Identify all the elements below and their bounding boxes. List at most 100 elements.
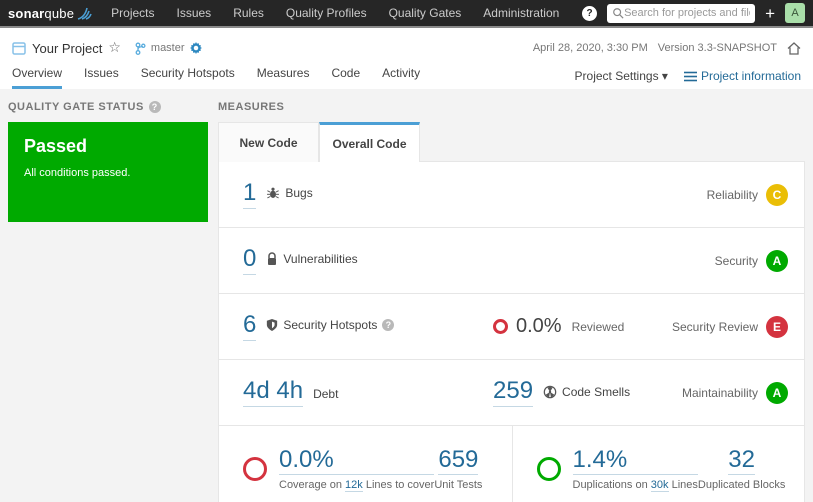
nav-item-rules[interactable]: Rules (233, 6, 264, 20)
project-title: Your Project (32, 40, 103, 56)
project-information-link[interactable]: Project information (683, 69, 801, 83)
unit-tests-metric: 659 Unit Tests (434, 446, 483, 492)
project-settings-dropdown[interactable]: Project Settings ▾ (575, 69, 668, 83)
branch-settings-gear-icon[interactable] (189, 42, 202, 54)
project-title-row: Your Project ☆ master April 28, 2020, 3:… (12, 36, 801, 60)
hotspots-count-link[interactable]: 6 (243, 311, 257, 341)
unit-tests-count-link[interactable]: 659 (438, 446, 479, 476)
duplications-ring-icon (536, 456, 561, 481)
logo-text: sonarqube (8, 5, 75, 21)
add-icon[interactable]: + (765, 5, 775, 22)
shield-icon (266, 318, 278, 332)
quality-gate-status-box: Passed All conditions passed. (8, 122, 208, 222)
reliability-rating-group: Reliability C (706, 183, 788, 206)
tab-activity[interactable]: Activity (382, 66, 420, 89)
reviewed-percentage: 0.0% (516, 315, 562, 337)
tab-overview[interactable]: Overview (12, 66, 63, 89)
maintainability-label: Maintainability (681, 385, 758, 400)
branch-name: master (150, 42, 185, 54)
favorite-star-icon[interactable]: ☆ (108, 40, 121, 56)
security-review-label: Security Review (671, 319, 758, 334)
reliability-label: Reliability (706, 187, 758, 202)
code-smell-icon (543, 385, 557, 399)
hotspots-help-icon[interactable]: ? (382, 319, 395, 332)
tab-code[interactable]: Code (331, 66, 360, 89)
nav-item-administration[interactable]: Administration (483, 6, 559, 20)
quality-gate-status: Passed (24, 136, 88, 156)
project-tab-bar: Overview Issues Security Hotspots Measur… (12, 66, 801, 89)
maintainability-rating-badge[interactable]: A (766, 381, 788, 404)
bugs-label: Bugs (266, 186, 313, 200)
coverage-percentage-link[interactable]: 0.0% (279, 446, 435, 476)
security-review-rating-badge[interactable]: E (766, 315, 788, 338)
bugs-count-link[interactable]: 1 (243, 179, 257, 209)
debt-metric: 4d 4h Debt (243, 377, 493, 407)
security-review-rating-group: Security Review E (671, 315, 788, 338)
measure-row-vulnerabilities: 0 Vulnerabilities Security A (219, 228, 804, 294)
duplications-main: 1.4% Duplications on 30k Lines (536, 446, 698, 493)
search-icon (612, 7, 624, 19)
duplications-percentage-link[interactable]: 1.4% (572, 446, 698, 476)
vulnerabilities-count-link[interactable]: 0 (243, 245, 257, 275)
nav-item-quality-gates[interactable]: Quality Gates (389, 6, 462, 20)
branch-selector[interactable]: master (135, 42, 202, 55)
caret-down-icon: ▾ (661, 69, 668, 83)
project-icon (12, 41, 26, 55)
tab-overall-code[interactable]: Overall Code (319, 122, 420, 162)
reviewed-ring-icon (493, 319, 508, 334)
user-avatar[interactable]: A (785, 3, 805, 23)
code-smells-label: Code Smells (543, 385, 630, 399)
security-rating-group: Security A (714, 249, 788, 272)
security-label: Security (714, 253, 758, 268)
code-smells-count-link[interactable]: 259 (493, 377, 534, 407)
coverage-caption: Coverage on 12k Lines to cover (279, 479, 435, 493)
overview-content: QUALITY GATE STATUS ? Passed All conditi… (0, 89, 813, 502)
vulnerabilities-metric: 0 Vulnerabilities (243, 245, 493, 275)
vulnerabilities-label: Vulnerabilities (266, 252, 358, 266)
debt-value-link[interactable]: 4d 4h (243, 377, 304, 407)
code-smells-metric: 259 Code Smells (493, 377, 682, 407)
security-rating-badge[interactable]: A (766, 249, 788, 272)
search-input[interactable] (624, 7, 751, 19)
project-header: Your Project ☆ master April 28, 2020, 3:… (0, 28, 813, 89)
unit-tests-label: Unit Tests (434, 479, 483, 492)
measures-label: MEASURES (218, 101, 285, 113)
analysis-date: April 28, 2020, 3:30 PM (532, 42, 648, 54)
debt-label: Debt (313, 387, 339, 402)
measure-row-security-hotspots: 6 Security Hotspots ? 0.0% Reviewed Secu… (219, 294, 804, 360)
project-version: Version 3.3-SNAPSHOT (657, 42, 777, 54)
tab-measures[interactable]: Measures (257, 66, 310, 89)
hotspots-reviewed-group: 0.0% Reviewed (493, 315, 672, 338)
measure-row-bugs: 1 Bugs Reliability C (219, 162, 804, 228)
duplicated-blocks-count-link[interactable]: 32 (728, 446, 755, 476)
coverage-main: 0.0% Coverage on 12k Lines to cover (243, 446, 435, 493)
navbar-right: ? + A (582, 3, 805, 23)
nav-item-quality-profiles[interactable]: Quality Profiles (286, 6, 367, 20)
quality-gate-label: QUALITY GATE STATUS ? (8, 99, 208, 115)
quality-gate-panel: QUALITY GATE STATUS ? Passed All conditi… (8, 99, 208, 502)
duplication-lines-link[interactable]: 30k (650, 479, 669, 493)
navbar-menu: Projects Issues Rules Quality Profiles Q… (111, 6, 582, 20)
help-icon[interactable]: ? (582, 5, 598, 21)
home-icon[interactable] (787, 41, 801, 55)
nav-item-issues[interactable]: Issues (177, 6, 212, 20)
measures-card: 1 Bugs Reliability C 0 Vulnerabilities S… (218, 161, 805, 502)
coverage-section: 0.0% Coverage on 12k Lines to cover 659 … (219, 426, 512, 502)
duplications-section: 1.4% Duplications on 30k Lines 32 Duplic… (511, 426, 805, 502)
branch-icon (135, 42, 146, 55)
measure-row-coverage-duplications: 0.0% Coverage on 12k Lines to cover 659 … (219, 426, 804, 502)
sonarqube-logo[interactable]: sonarqube (8, 6, 93, 21)
coverage-ring-icon (243, 456, 267, 481)
bugs-metric: 1 Bugs (243, 179, 493, 209)
nav-item-projects[interactable]: Projects (111, 6, 154, 20)
reliability-rating-badge[interactable]: C (766, 183, 788, 206)
quality-gate-help-icon[interactable]: ? (148, 101, 161, 113)
tab-new-code[interactable]: New Code (218, 122, 319, 162)
tab-issues[interactable]: Issues (84, 66, 119, 89)
logo-wave-icon (77, 6, 93, 20)
measures-panel: MEASURES New Code Overall Code 1 Bugs Re… (218, 99, 805, 502)
tab-security-hotspots[interactable]: Security Hotspots (141, 66, 235, 89)
lines-to-cover-link[interactable]: 12k (345, 479, 363, 493)
global-search[interactable] (607, 3, 756, 23)
lock-icon (266, 252, 278, 266)
